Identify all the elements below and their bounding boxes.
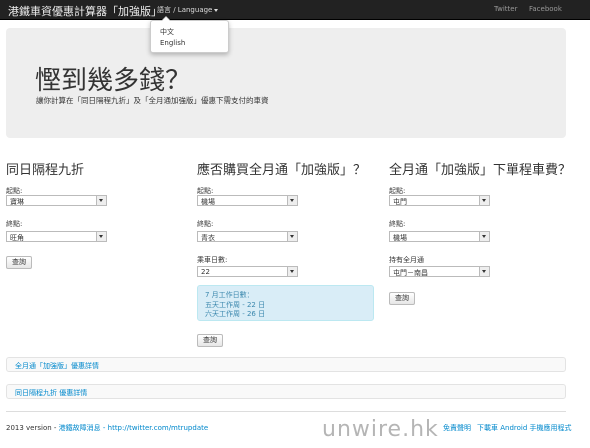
language-option-english[interactable]: English bbox=[160, 39, 185, 47]
disclaimer-link[interactable]: 免責聲明 bbox=[443, 423, 471, 433]
col1-query-button[interactable]: 查詢 bbox=[6, 256, 32, 269]
col2-days-label: 乘車日數: bbox=[197, 256, 228, 264]
facebook-link[interactable]: Facebook bbox=[529, 5, 562, 13]
col3-to-value: 機場 bbox=[393, 234, 407, 242]
footer-divider bbox=[6, 411, 566, 412]
col3-from-select[interactable]: 屯門 bbox=[389, 195, 490, 206]
col3-pass-value: 屯門－南昌 bbox=[393, 269, 428, 277]
hero-title: 慳到幾多錢？ bbox=[35, 66, 192, 96]
caret-down-icon bbox=[214, 8, 219, 12]
col3-pass-select[interactable]: 屯門－南昌 bbox=[389, 266, 490, 277]
unwire-watermark: unwire.hk bbox=[322, 417, 439, 442]
twitter-link[interactable]: Twitter bbox=[494, 5, 517, 13]
col2-days-select[interactable]: 22 bbox=[197, 266, 298, 277]
col3-query-button[interactable]: 查詢 bbox=[389, 292, 415, 305]
sameday-details-link[interactable]: 同日隔程九折 優惠詳情 bbox=[15, 388, 87, 398]
col1-to-label: 終點: bbox=[6, 220, 23, 228]
monthly-details-link[interactable]: 全月通「加強版」優惠詳情 bbox=[15, 361, 99, 371]
hero-subtitle: 讓你計算在「同日隔程九折」及「全月通加強版」優惠下需支付的車資 bbox=[36, 96, 269, 105]
col2-to-select[interactable]: 青衣 bbox=[197, 231, 298, 242]
col2-from-value: 機場 bbox=[201, 198, 215, 206]
working-days-info-box: 7 月工作日數： 五天工作周 - 22 日 六天工作周 - 26 日 bbox=[197, 285, 374, 321]
col2-to-value: 青衣 bbox=[201, 234, 215, 242]
select-arrow-icon bbox=[479, 196, 489, 205]
top-navbar: 港鐵車資優惠計算器「加強版」 語言 / Language Twitter Fac… bbox=[0, 0, 590, 20]
monthly-details-well[interactable]: 全月通「加強版」優惠詳情 bbox=[6, 357, 566, 372]
language-option-chinese[interactable]: 中文 bbox=[160, 27, 174, 37]
col1-from-value: 寶琳 bbox=[10, 198, 24, 206]
info-six-day-week: 六天工作周 - 26 日 bbox=[205, 310, 266, 318]
select-arrow-icon bbox=[287, 232, 297, 241]
col2-query-button[interactable]: 查詢 bbox=[197, 334, 223, 347]
col3-to-select[interactable]: 機場 bbox=[389, 231, 490, 242]
select-arrow-icon bbox=[287, 267, 297, 276]
col2-to-label: 終點: bbox=[197, 220, 214, 228]
language-menu: 中文 English bbox=[150, 16, 229, 53]
disclaimer-link-text[interactable]: 免責聲明 bbox=[443, 424, 471, 432]
col3-pass-label: 持有全月通 bbox=[389, 256, 424, 264]
language-dropdown-toggle[interactable]: 語言 / Language bbox=[157, 5, 219, 15]
col1-to-select[interactable]: 旺角 bbox=[6, 231, 107, 242]
select-arrow-icon bbox=[479, 267, 489, 276]
col2-days-value: 22 bbox=[201, 268, 210, 276]
sameday-details-well[interactable]: 同日隔程九折 優惠詳情 bbox=[6, 384, 566, 399]
col2-from-select[interactable]: 機場 bbox=[197, 195, 298, 206]
android-app-link-text[interactable]: 下載車 Android 手機應用程式 bbox=[477, 424, 572, 432]
android-app-link[interactable]: 下載車 Android 手機應用程式 bbox=[477, 423, 572, 433]
info-title: 7 月工作日數： bbox=[205, 291, 254, 299]
select-arrow-icon bbox=[479, 232, 489, 241]
hero-unit: 慳到幾多錢？ 讓你計算在「同日隔程九折」及「全月通加強版」優惠下需支付的車資 bbox=[6, 28, 566, 138]
col1-to-value: 旺角 bbox=[10, 234, 24, 242]
col3-to-label: 終點: bbox=[389, 220, 406, 228]
language-label: 語言 / Language bbox=[157, 6, 213, 14]
version-text: 2013 version - bbox=[6, 424, 59, 432]
single-fare-heading: 全月通「加強版」下單程車費？ bbox=[389, 163, 572, 178]
col3-from-value: 屯門 bbox=[393, 198, 407, 206]
select-arrow-icon bbox=[96, 232, 106, 241]
mtr-update-link[interactable]: 港鐵故障消息 - http://twitter.com/mtrupdate bbox=[59, 424, 209, 432]
sameday-discount-heading: 同日隔程九折 bbox=[6, 163, 85, 178]
select-arrow-icon bbox=[96, 196, 106, 205]
col1-from-select[interactable]: 寶琳 bbox=[6, 195, 107, 206]
app-brand[interactable]: 港鐵車資優惠計算器「加強版」 bbox=[8, 3, 162, 19]
footer-left: 2013 version - 港鐵故障消息 - http://twitter.c… bbox=[6, 423, 208, 433]
monthly-pass-heading: 應否購買全月通「加強版」？ bbox=[197, 163, 367, 178]
select-arrow-icon bbox=[287, 196, 297, 205]
